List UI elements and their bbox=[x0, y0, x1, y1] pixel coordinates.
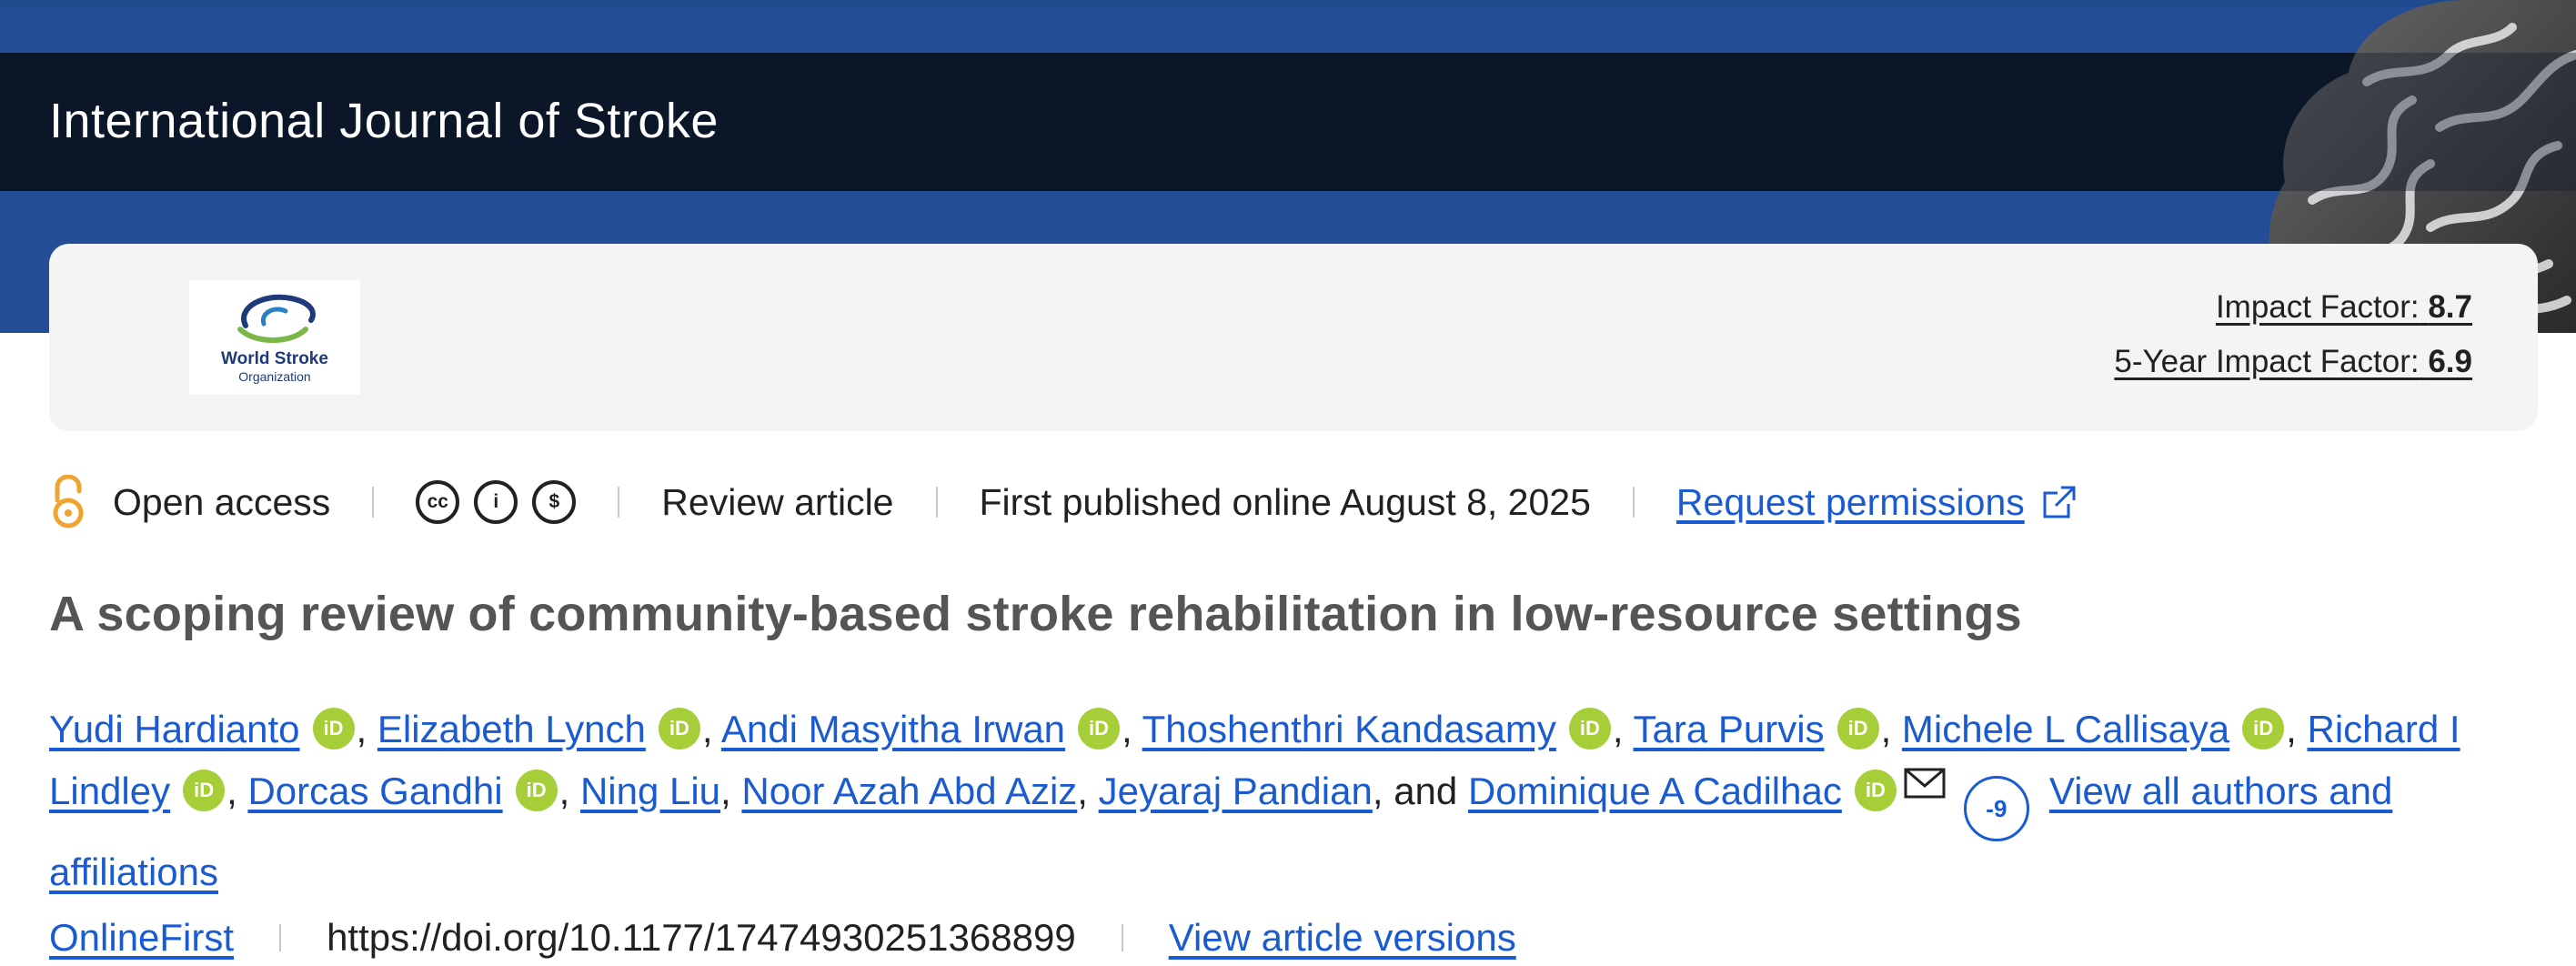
orcid-icon[interactable]: iD bbox=[312, 708, 355, 750]
external-link-icon[interactable] bbox=[2041, 484, 2078, 520]
publication-date: First published online August 8, 2025 bbox=[979, 480, 1591, 523]
article-type: Review article bbox=[661, 480, 894, 523]
author-link[interactable]: Ning Liu bbox=[580, 770, 720, 812]
divider bbox=[279, 924, 282, 951]
author-link[interactable]: Elizabeth Lynch bbox=[377, 708, 646, 750]
author-link[interactable]: Thoshenthri Kandasamy bbox=[1142, 708, 1556, 750]
orcid-icon[interactable]: iD bbox=[515, 770, 558, 811]
orcid-icon[interactable]: iD bbox=[2242, 708, 2285, 750]
author-link[interactable]: Dominique A Cadilhac bbox=[1468, 770, 1842, 812]
impact-factor-label: Impact Factor: bbox=[2215, 289, 2420, 325]
orcid-icon[interactable]: iD bbox=[1568, 708, 1611, 750]
open-access-label: Open access bbox=[113, 480, 331, 523]
article-meta-row: Open access cc i $ Review article First … bbox=[49, 469, 2078, 535]
journal-title[interactable]: International Journal of Stroke bbox=[49, 93, 719, 149]
five-year-impact-factor-label: 5-Year Impact Factor: bbox=[2114, 344, 2420, 379]
author-list: Yudi Hardianto iD, Elizabeth Lynch iD, And… bbox=[49, 708, 2460, 893]
journal-info-box: World Stroke Organization Impact Factor:… bbox=[49, 244, 2538, 431]
author-link[interactable]: Michele L Callisaya bbox=[1902, 708, 2229, 750]
by-icon: i bbox=[474, 480, 518, 524]
article-title: A scoping review of community-based stro… bbox=[49, 587, 2022, 641]
author-link[interactable]: Dorcas Gandhi bbox=[247, 770, 502, 812]
open-access-icon bbox=[53, 475, 84, 528]
license-icons[interactable]: cc i $ bbox=[416, 480, 577, 524]
divider bbox=[1121, 924, 1123, 951]
author-link[interactable]: Tara Purvis bbox=[1634, 708, 1825, 750]
orcid-icon[interactable]: iD bbox=[1854, 770, 1897, 811]
mail-icon[interactable] bbox=[1904, 768, 1946, 799]
request-permissions-link[interactable]: Request permissions bbox=[1676, 481, 2025, 524]
doi-row: OnlineFirst https://doi.org/10.1177/1747… bbox=[49, 910, 1516, 966]
divider bbox=[935, 487, 938, 518]
nc-icon: $ bbox=[532, 480, 577, 524]
author-conjunction: and bbox=[1394, 770, 1458, 812]
wso-logo-name: World Stroke bbox=[221, 349, 328, 368]
orcid-icon[interactable]: iD bbox=[658, 708, 700, 750]
divider bbox=[1632, 487, 1635, 518]
author-link[interactable]: Andi Masyitha Irwan bbox=[721, 708, 1065, 750]
orcid-icon[interactable]: iD bbox=[1078, 708, 1121, 750]
cc-icon: cc bbox=[416, 480, 460, 524]
divider bbox=[372, 487, 375, 518]
wso-logo-icon bbox=[237, 294, 316, 343]
orcid-icon[interactable]: iD bbox=[183, 770, 226, 811]
five-year-impact-factor-value: 6.9 bbox=[2428, 344, 2472, 379]
impact-factor-value: 8.7 bbox=[2428, 289, 2472, 325]
author-link[interactable]: Jeyaraj Pandian bbox=[1099, 770, 1373, 812]
world-stroke-organization-logo[interactable]: World Stroke Organization bbox=[189, 280, 360, 395]
doi-text[interactable]: https://doi.org/10.1177/1747493025136889… bbox=[327, 916, 1076, 960]
wso-logo-subtitle: Organization bbox=[238, 369, 311, 384]
divider bbox=[618, 487, 620, 518]
collapse-authors-button[interactable]: -9 bbox=[1963, 776, 2029, 841]
online-first-link[interactable]: OnlineFirst bbox=[49, 916, 234, 960]
view-article-versions-link[interactable]: View article versions bbox=[1169, 916, 1516, 960]
author-link[interactable]: Noor Azah Abd Aziz bbox=[741, 770, 1077, 812]
orcid-icon[interactable]: iD bbox=[1836, 708, 1879, 750]
author-link[interactable]: Yudi Hardianto bbox=[49, 708, 300, 750]
impact-factor-link[interactable]: Impact Factor: 8.7 bbox=[2216, 289, 2472, 326]
five-year-impact-factor-link[interactable]: 5-Year Impact Factor: 6.9 bbox=[2114, 344, 2472, 380]
